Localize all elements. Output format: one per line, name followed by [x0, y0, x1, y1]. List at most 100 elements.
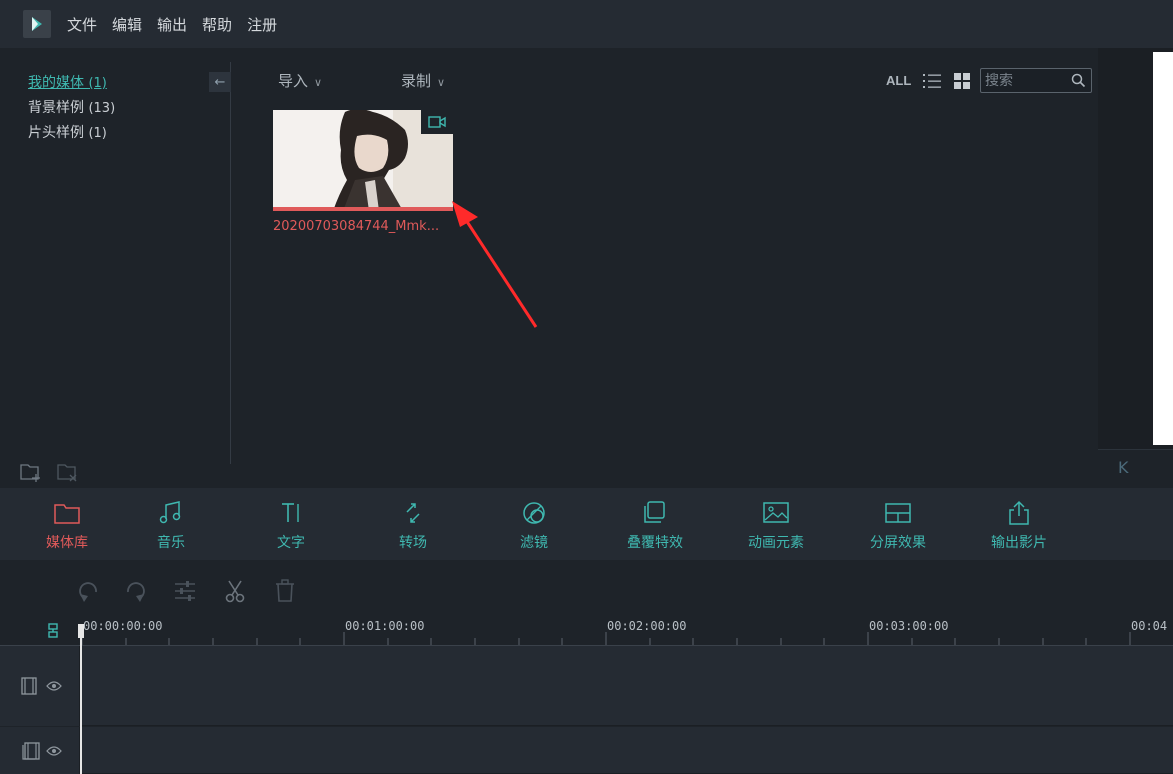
eye-icon[interactable] — [46, 745, 62, 757]
app-logo-icon — [23, 10, 51, 38]
add-folder-button[interactable] — [20, 461, 42, 483]
keyframe-button[interactable]: K — [1118, 458, 1129, 477]
library-item-label: 片头样例 — [28, 125, 84, 141]
library-item-intro-samples[interactable]: 片头样例 (1) — [28, 122, 107, 142]
ruler-label: 00:02:00:00 — [607, 619, 686, 633]
export-icon — [1005, 500, 1033, 526]
tab-music[interactable]: 音乐 — [126, 500, 216, 556]
music-icon — [157, 500, 185, 526]
filter-icon — [520, 500, 548, 526]
video-type-badge — [421, 110, 453, 134]
library-item-count: (1) — [88, 126, 106, 141]
record-label: 录制 — [401, 72, 431, 90]
folder-icon — [53, 500, 81, 526]
scissors-icon — [222, 578, 248, 604]
grid-view-icon — [953, 72, 971, 90]
library-item-count: (13) — [88, 101, 115, 116]
ruler-label: 00:04 — [1131, 619, 1167, 633]
tab-filter[interactable]: 滤镜 — [489, 500, 579, 556]
menu-help[interactable]: 帮助 — [202, 14, 232, 35]
image-icon — [762, 500, 790, 526]
tab-label: 输出影片 — [974, 532, 1064, 552]
playhead[interactable] — [80, 628, 82, 774]
chevron-down-icon: ∨ — [437, 76, 445, 89]
overlay-track-header — [0, 727, 80, 774]
tab-export-video[interactable]: 输出影片 — [974, 500, 1064, 556]
library-item-background-samples[interactable]: 背景样例 (13) — [28, 97, 115, 117]
ruler-label: 00:01:00:00 — [345, 619, 424, 633]
video-camera-icon — [428, 115, 446, 129]
tab-label: 滤镜 — [489, 532, 579, 552]
sliders-icon — [172, 578, 198, 604]
preview-controls — [1098, 449, 1173, 488]
menu-file[interactable]: 文件 — [67, 14, 97, 35]
adjust-button[interactable] — [172, 578, 198, 604]
library-item-label: 背景样例 — [28, 100, 84, 116]
filter-all-button[interactable]: ALL — [886, 73, 911, 88]
tab-split-screen[interactable]: 分屏效果 — [853, 500, 943, 556]
undo-icon — [76, 578, 102, 604]
library-item-my-media[interactable]: 我的媒体 (1) — [28, 72, 107, 92]
ruler-label: 00:03:00:00 — [869, 619, 948, 633]
media-filename: 20200703084744_Mmk... — [273, 219, 455, 234]
tab-animated-elements[interactable]: 动画元素 — [731, 500, 821, 556]
ruler-label: 00:00:00:00 — [83, 619, 162, 633]
delete-folder-button[interactable] — [57, 461, 79, 483]
tab-label: 媒体库 — [22, 532, 112, 552]
split-screen-icon — [884, 500, 912, 526]
list-view-button[interactable] — [923, 72, 941, 90]
library-item-label: 我的媒体 — [28, 75, 84, 91]
annotation-arrow — [440, 195, 550, 335]
tab-label: 文字 — [246, 532, 336, 552]
cut-button[interactable] — [222, 578, 248, 604]
redo-icon — [122, 578, 148, 604]
timeline-ruler[interactable] — [0, 618, 1173, 646]
overlay-icon — [641, 500, 669, 526]
menu-register[interactable]: 注册 — [247, 14, 277, 35]
library-divider — [230, 62, 231, 464]
video-track[interactable] — [0, 646, 1173, 726]
chevron-down-icon: ∨ — [314, 76, 322, 89]
search-input[interactable] — [985, 71, 1071, 90]
stacked-film-icon[interactable] — [20, 742, 40, 760]
list-view-icon — [923, 72, 941, 90]
tab-label: 转场 — [368, 532, 458, 552]
delete-button[interactable] — [272, 578, 298, 604]
undo-button[interactable] — [76, 578, 102, 604]
transition-icon — [399, 500, 427, 526]
redo-button[interactable] — [122, 578, 148, 604]
tab-overlay[interactable]: 叠覆特效 — [610, 500, 700, 556]
arrow-left-icon: ← — [215, 75, 226, 90]
grid-view-button[interactable] — [953, 72, 971, 90]
tab-label: 动画元素 — [731, 532, 821, 552]
tab-text[interactable]: 文字 — [246, 500, 336, 556]
menu-bar: 文件 编辑 输出 帮助 注册 — [0, 0, 1173, 48]
record-dropdown[interactable]: 录制 ∨ — [401, 70, 445, 91]
thumbnail-progress-bar — [273, 207, 453, 211]
overlay-track[interactable] — [0, 727, 1173, 774]
delete-folder-icon — [57, 461, 79, 483]
menu-edit[interactable]: 编辑 — [112, 14, 142, 35]
media-thumbnail[interactable] — [273, 110, 453, 211]
snap-magnet-icon — [46, 622, 60, 640]
preview-screen — [1153, 52, 1173, 445]
trash-icon — [272, 578, 298, 604]
text-icon — [277, 500, 305, 526]
collapse-panel-button[interactable]: ← — [209, 72, 231, 92]
film-icon[interactable] — [20, 677, 38, 695]
search-icon[interactable] — [1071, 73, 1086, 88]
ruler-ticks — [0, 618, 1173, 646]
tab-transition[interactable]: 转场 — [368, 500, 458, 556]
menu-export[interactable]: 输出 — [157, 14, 187, 35]
tab-media-library[interactable]: 媒体库 — [22, 500, 112, 556]
search-box — [980, 68, 1092, 93]
library-item-count: (1) — [88, 76, 106, 91]
tab-label: 分屏效果 — [853, 532, 943, 552]
video-track-header — [0, 646, 80, 726]
import-label: 导入 — [278, 72, 308, 90]
eye-icon[interactable] — [46, 680, 62, 692]
tab-label: 叠覆特效 — [610, 532, 700, 552]
import-dropdown[interactable]: 导入 ∨ — [278, 70, 322, 91]
tab-label: 音乐 — [126, 532, 216, 552]
add-folder-icon — [20, 461, 42, 483]
